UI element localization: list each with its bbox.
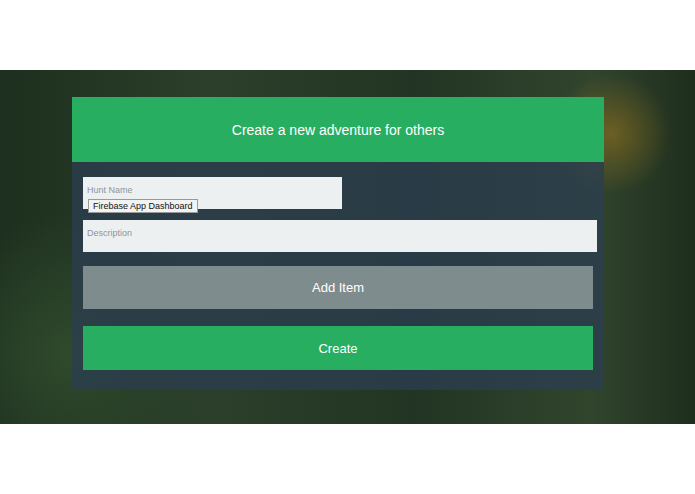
- card-title: Create a new adventure for others: [232, 122, 444, 138]
- description-wrap: [83, 220, 597, 252]
- hunt-name-wrap: Firebase App Dashboard: [83, 177, 342, 209]
- add-item-button[interactable]: Add Item: [83, 266, 593, 309]
- forest-background: Create a new adventure for others Fireba…: [0, 70, 695, 424]
- page: Create a new adventure for others Fireba…: [0, 0, 695, 494]
- description-input[interactable]: [83, 220, 597, 252]
- card-header: Create a new adventure for others: [72, 97, 604, 162]
- card-body: Firebase App Dashboard Add Item Create: [72, 162, 604, 390]
- bottom-band: [0, 424, 695, 494]
- tooltip: Firebase App Dashboard: [88, 199, 198, 213]
- top-band: [0, 0, 695, 70]
- create-hunt-card: Create a new adventure for others Fireba…: [72, 97, 604, 390]
- create-button[interactable]: Create: [83, 326, 593, 370]
